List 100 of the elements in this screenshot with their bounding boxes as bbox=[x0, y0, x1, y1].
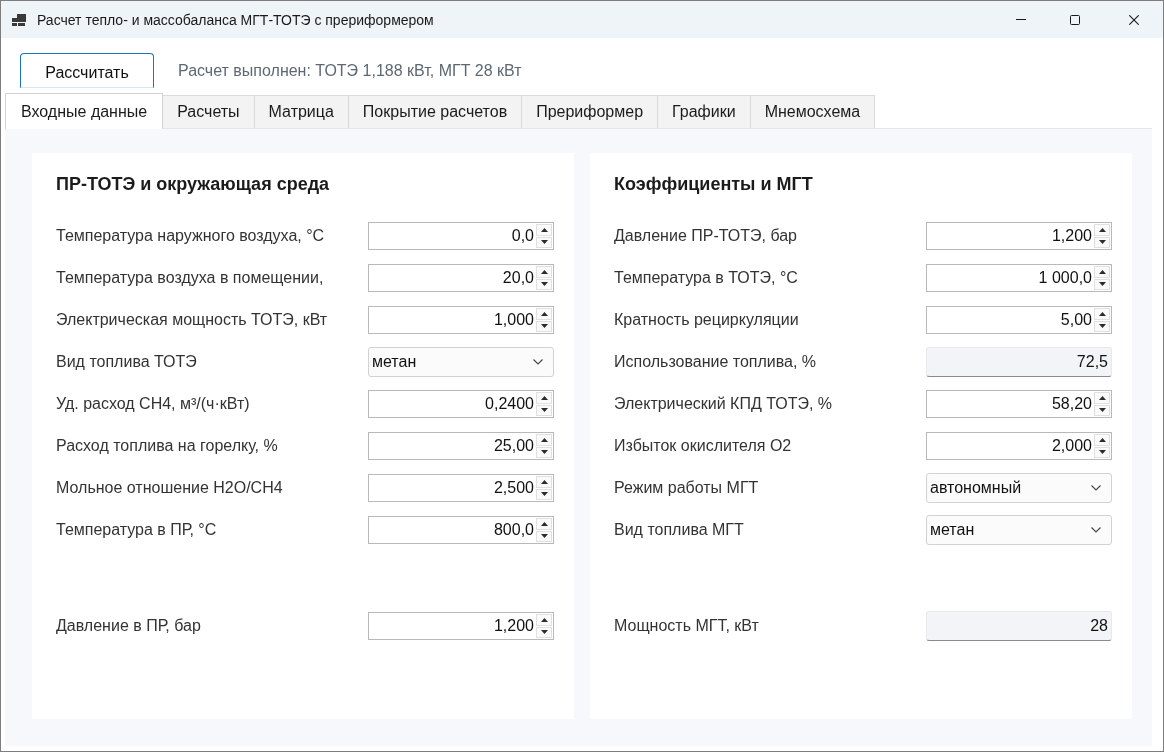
spin-up-button[interactable] bbox=[536, 434, 552, 446]
triangle-down-icon bbox=[540, 450, 548, 455]
spin-up-button[interactable] bbox=[1094, 224, 1110, 236]
status-text: Расчет выполнен: ТОТЭ 1,188 кВт, МГТ 28 кВт bbox=[178, 61, 522, 80]
number-spin-box[interactable]: 0,0 bbox=[368, 222, 554, 250]
triangle-up-icon bbox=[540, 437, 548, 442]
spin-down-button[interactable] bbox=[1094, 236, 1110, 248]
triangle-up-icon bbox=[540, 227, 548, 232]
spin-down-button[interactable] bbox=[1094, 446, 1110, 458]
field-label: Температура в ТОТЭ, °C bbox=[614, 269, 799, 287]
spin-down-button[interactable] bbox=[1094, 320, 1110, 332]
spin-down-button[interactable] bbox=[536, 404, 552, 416]
spin-up-button[interactable] bbox=[1094, 392, 1110, 404]
triangle-down-icon bbox=[540, 534, 548, 539]
field-label: Электрическая мощность ТОТЭ, кВт bbox=[56, 311, 329, 329]
number-spin-box[interactable]: 1,000 bbox=[368, 306, 554, 334]
field-label: Давление в ПР, бар bbox=[56, 617, 202, 635]
field-label: Вид топлива МГТ bbox=[614, 521, 745, 539]
dropdown[interactable]: метан bbox=[368, 347, 554, 377]
tab[interactable]: Покрытие расчетов bbox=[347, 95, 523, 128]
number-spin-box[interactable]: 800,0 bbox=[368, 516, 554, 544]
triangle-up-icon bbox=[540, 521, 548, 526]
number-spin-box[interactable]: 20,0 bbox=[368, 264, 554, 292]
dropdown[interactable]: метан bbox=[926, 515, 1112, 545]
section-heading: ПР-ТОТЭ и окружающая среда bbox=[56, 173, 331, 195]
triangle-up-icon bbox=[540, 395, 548, 400]
field-label: Температура в ПР, °C bbox=[56, 521, 218, 539]
window-title: Расчет тепло- и массобаланса МГТ-ТОТЭ с прериформером bbox=[37, 11, 434, 28]
number-spin-box[interactable]: 1 000,0 bbox=[926, 264, 1112, 292]
app-icon bbox=[12, 13, 26, 26]
number-spin-box[interactable]: 58,20 bbox=[926, 390, 1112, 418]
spin-up-button[interactable] bbox=[536, 518, 552, 530]
triangle-down-icon bbox=[1098, 450, 1106, 455]
spin-up-button[interactable] bbox=[1094, 434, 1110, 446]
chevron-down-icon bbox=[1091, 485, 1101, 491]
triangle-down-icon bbox=[540, 408, 548, 413]
chevron-down-icon bbox=[1091, 527, 1101, 533]
field-label: Уд. расход CH4, м³/(ч·кВт) bbox=[56, 395, 251, 413]
field-label: Избыток окислителя O2 bbox=[614, 437, 793, 455]
maximize-icon[interactable] bbox=[1070, 14, 1080, 25]
spin-down-button[interactable] bbox=[536, 488, 552, 500]
triangle-up-icon bbox=[1098, 227, 1106, 232]
triangle-up-icon bbox=[1098, 269, 1106, 274]
triangle-up-icon bbox=[540, 479, 548, 484]
tab[interactable]: Матрица bbox=[253, 95, 349, 128]
spin-down-button[interactable] bbox=[536, 278, 552, 290]
dropdown[interactable]: автономный bbox=[926, 473, 1112, 503]
triangle-up-icon bbox=[1098, 311, 1106, 316]
triangle-down-icon bbox=[540, 492, 548, 497]
field-label: Температура наружного воздуха, °C bbox=[56, 227, 326, 245]
triangle-down-icon bbox=[540, 630, 548, 635]
number-spin-box[interactable]: 1,200 bbox=[926, 222, 1112, 250]
number-spin-box[interactable]: 2,000 bbox=[926, 432, 1112, 460]
triangle-down-icon bbox=[1098, 324, 1106, 329]
spin-up-button[interactable] bbox=[536, 614, 552, 626]
spin-down-button[interactable] bbox=[536, 320, 552, 332]
spin-up-button[interactable] bbox=[536, 476, 552, 488]
spin-down-button[interactable] bbox=[536, 446, 552, 458]
triangle-up-icon bbox=[1098, 395, 1106, 400]
number-spin-box[interactable]: 1,200 bbox=[368, 612, 554, 640]
field-label: Электрический КПД ТОТЭ, % bbox=[614, 395, 834, 413]
tab[interactable]: Мнемосхема bbox=[749, 95, 876, 128]
spin-up-button[interactable] bbox=[536, 266, 552, 278]
field-label: Температура воздуха в помещении, bbox=[56, 269, 325, 287]
spin-up-button[interactable] bbox=[536, 308, 552, 320]
spin-up-button[interactable] bbox=[1094, 308, 1110, 320]
triangle-down-icon bbox=[540, 282, 548, 287]
triangle-up-icon bbox=[540, 617, 548, 622]
field-label: Мощность МГТ, кВт bbox=[614, 617, 760, 635]
spin-down-button[interactable] bbox=[536, 236, 552, 248]
spin-down-button[interactable] bbox=[536, 626, 552, 638]
field-label: Давление ПР-ТОТЭ, бар bbox=[614, 227, 798, 245]
spin-up-button[interactable] bbox=[536, 224, 552, 236]
calculate-button[interactable]: Рассчитать bbox=[20, 53, 154, 88]
tab[interactable]: Расчеты bbox=[162, 95, 255, 128]
spin-up-button[interactable] bbox=[536, 392, 552, 404]
number-spin-box[interactable]: 5,00 bbox=[926, 306, 1112, 334]
chevron-down-icon bbox=[533, 359, 543, 365]
triangle-down-icon bbox=[1098, 408, 1106, 413]
close-icon[interactable] bbox=[1129, 14, 1139, 25]
tab[interactable]: Входные данные bbox=[5, 93, 164, 129]
field-label: Вид топлива ТОТЭ bbox=[56, 353, 198, 371]
spin-down-button[interactable] bbox=[536, 530, 552, 542]
spin-down-button[interactable] bbox=[1094, 404, 1110, 416]
spin-down-button[interactable] bbox=[1094, 278, 1110, 290]
triangle-down-icon bbox=[540, 324, 548, 329]
triangle-down-icon bbox=[1098, 240, 1106, 245]
number-spin-box[interactable]: 25,00 bbox=[368, 432, 554, 460]
number-spin-box[interactable]: 2,500 bbox=[368, 474, 554, 502]
tab[interactable]: Прериформер bbox=[521, 95, 659, 128]
triangle-up-icon bbox=[540, 269, 548, 274]
readonly-value-field: 28 bbox=[926, 611, 1112, 641]
spin-up-button[interactable] bbox=[1094, 266, 1110, 278]
field-label: Расход топлива на горелку, % bbox=[56, 437, 279, 455]
readonly-value-field: 72,5 bbox=[926, 347, 1112, 377]
number-spin-box[interactable]: 0,2400 bbox=[368, 390, 554, 418]
field-label: Мольное отношение H2O/CH4 bbox=[56, 479, 284, 497]
field-label: Кратность рециркуляции bbox=[614, 311, 800, 329]
tab[interactable]: Графики bbox=[657, 95, 751, 128]
triangle-up-icon bbox=[540, 311, 548, 316]
